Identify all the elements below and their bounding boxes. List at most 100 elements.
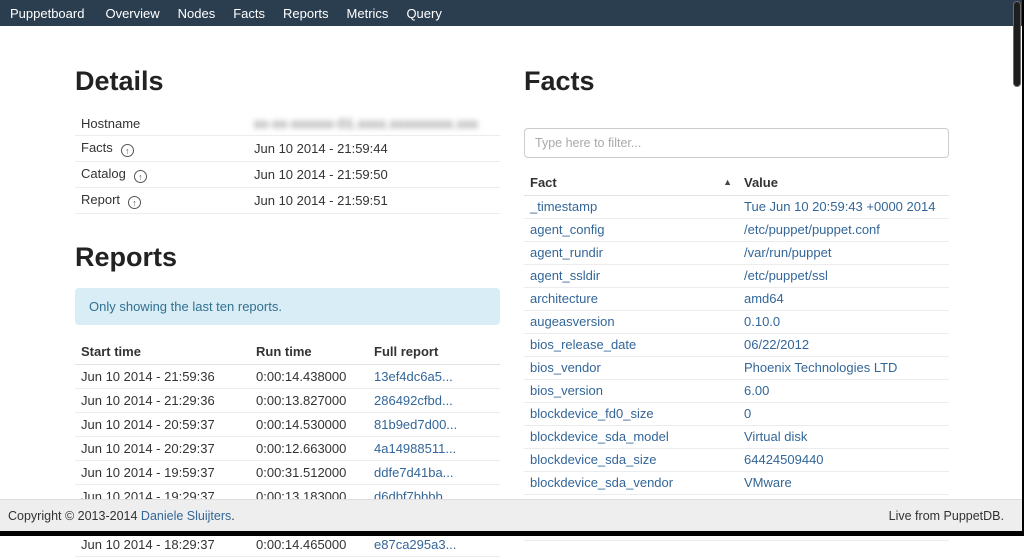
report-start-time: Jun 10 2014 - 20:29:37 xyxy=(75,437,250,461)
col-header-run-time: Run time xyxy=(250,339,368,365)
fact-name-link[interactable]: bios_version xyxy=(530,383,603,398)
report-hash-link[interactable]: 81b9ed7d00... xyxy=(374,417,457,432)
detail-row: Facts↑ Jun 10 2014 - 21:59:44 xyxy=(75,136,500,162)
copyright-period: . xyxy=(231,509,234,523)
report-hash-link[interactable]: ddfe7d41ba... xyxy=(374,465,454,480)
detail-timestamp: Jun 10 2014 - 21:59:50 xyxy=(248,162,500,188)
fact-name-link[interactable]: blockdevice_fd0_size xyxy=(530,406,654,421)
nav-item-nodes[interactable]: Nodes xyxy=(169,0,225,26)
report-run-time: 0:00:14.530000 xyxy=(250,413,368,437)
fact-value-link[interactable]: 0 xyxy=(744,406,751,421)
window-bottom-edge xyxy=(0,531,1024,536)
copyright-text: Copyright © 2013-2014 Daniele Sluijters. xyxy=(8,509,235,523)
fact-value-link[interactable]: Tue Jun 10 20:59:43 +0000 2014 xyxy=(744,199,935,214)
nav-item-metrics[interactable]: Metrics xyxy=(338,0,398,26)
fact-row: bios_vendor Phoenix Technologies LTD xyxy=(524,357,949,380)
report-start-time: Jun 10 2014 - 18:29:37 xyxy=(75,533,250,557)
report-run-time: 0:00:12.663000 xyxy=(250,437,368,461)
nav-item-reports[interactable]: Reports xyxy=(274,0,338,26)
detail-row: Catalog ↑ Jun 10 2014 - 21:59:50 xyxy=(75,162,500,188)
hostname-value-redacted: xx-xx-xxxxxx-01.xxxx.xxxxxxxxx.xxx xyxy=(254,116,478,131)
col-header-fact[interactable]: Fact ▲ xyxy=(524,170,738,196)
fact-name-link[interactable]: blockdevice_sda_model xyxy=(530,429,669,444)
report-hash-link[interactable]: e87ca295a3... xyxy=(374,537,456,552)
fact-name-link[interactable]: augeasversion xyxy=(530,314,615,329)
fact-row: agent_rundir /var/run/puppet xyxy=(524,242,949,265)
fact-value-link[interactable]: 6.00 xyxy=(744,383,769,398)
timeago-icon[interactable]: ↑ xyxy=(134,170,147,183)
report-start-time: Jun 10 2014 - 21:29:36 xyxy=(75,389,250,413)
hostname-label: Hostname xyxy=(75,112,248,136)
fact-value-link[interactable]: amd64 xyxy=(744,291,784,306)
report-row: Jun 10 2014 - 19:59:37 0:00:31.512000 dd… xyxy=(75,461,500,485)
report-hash-link[interactable]: 286492cfbd... xyxy=(374,393,453,408)
fact-value-link[interactable]: 06/22/2012 xyxy=(744,337,809,352)
fact-value-link[interactable]: 0.10.0 xyxy=(744,314,780,329)
fact-row: blockdevice_sda_size 64424509440 xyxy=(524,449,949,472)
nav-item-facts[interactable]: Facts xyxy=(224,0,274,26)
facts-filter-input[interactable] xyxy=(524,128,949,158)
scrollbar-thumb[interactable] xyxy=(1013,1,1021,87)
report-run-time: 0:00:13.827000 xyxy=(250,389,368,413)
detail-label: Catalog xyxy=(81,166,126,181)
fact-value-link[interactable]: Phoenix Technologies LTD xyxy=(744,360,897,375)
page-footer: Copyright © 2013-2014 Daniele Sluijters.… xyxy=(0,499,1022,531)
detail-timestamp: Jun 10 2014 - 21:59:44 xyxy=(248,136,500,162)
timeago-icon[interactable]: ↑ xyxy=(121,144,134,157)
fact-name-link[interactable]: blockdevice_sda_size xyxy=(530,452,656,467)
fact-name-link[interactable]: agent_rundir xyxy=(530,245,603,260)
fact-value-link[interactable]: /var/run/puppet xyxy=(744,245,831,260)
puppetdb-status-text: Live from PuppetDB. xyxy=(889,509,1004,523)
facts-title: Facts xyxy=(524,66,949,96)
fact-row: augeasversion 0.10.0 xyxy=(524,311,949,334)
fact-value-link[interactable]: /etc/puppet/ssl xyxy=(744,268,828,283)
fact-row: agent_config /etc/puppet/puppet.conf xyxy=(524,219,949,242)
col-header-value[interactable]: Value xyxy=(738,170,949,196)
copyright-years: Copyright © 2013-2014 xyxy=(8,509,137,523)
fact-row: blockdevice_fd0_size 0 xyxy=(524,403,949,426)
timeago-icon[interactable]: ↑ xyxy=(128,196,141,209)
report-start-time: Jun 10 2014 - 20:59:37 xyxy=(75,413,250,437)
fact-row: architecture amd64 xyxy=(524,288,949,311)
fact-name-link[interactable]: bios_release_date xyxy=(530,337,636,352)
detail-row-hostname: Hostname xx-xx-xxxxxx-01.xxxx.xxxxxxxxx.… xyxy=(75,112,500,136)
fact-row: _timestamp Tue Jun 10 20:59:43 +0000 201… xyxy=(524,196,949,219)
nav-item-query[interactable]: Query xyxy=(397,0,450,26)
report-row: Jun 10 2014 - 20:29:37 0:00:12.663000 4a… xyxy=(75,437,500,461)
report-hash-link[interactable]: 4a14988511... xyxy=(374,441,456,456)
fact-name-link[interactable]: agent_ssldir xyxy=(530,268,600,283)
sort-ascending-icon: ▲ xyxy=(723,177,732,187)
report-row: Jun 10 2014 - 21:59:36 0:00:14.438000 13… xyxy=(75,365,500,389)
main-content: Details Hostname xx-xx-xxxxxx-01.xxxx.xx… xyxy=(75,26,949,557)
fact-header-label: Fact xyxy=(530,175,557,190)
report-row: Jun 10 2014 - 21:29:36 0:00:13.827000 28… xyxy=(75,389,500,413)
details-title: Details xyxy=(75,66,500,96)
reports-title: Reports xyxy=(75,242,500,272)
fact-row: bios_version 6.00 xyxy=(524,380,949,403)
fact-name-link[interactable]: architecture xyxy=(530,291,598,306)
facts-column: Facts Fact ▲ Value _timestamp Tue Jun 10… xyxy=(512,26,949,557)
report-hash-link[interactable]: 13ef4dc6a5... xyxy=(374,369,453,384)
report-row: Jun 10 2014 - 18:29:37 0:00:14.465000 e8… xyxy=(75,533,500,557)
fact-name-link[interactable]: blockdevice_sda_vendor xyxy=(530,475,673,490)
fact-name-link[interactable]: agent_config xyxy=(530,222,604,237)
author-link[interactable]: Daniele Sluijters xyxy=(141,509,231,523)
fact-row: blockdevice_sda_model Virtual disk xyxy=(524,426,949,449)
report-run-time: 0:00:31.512000 xyxy=(250,461,368,485)
fact-name-link[interactable]: bios_vendor xyxy=(530,360,601,375)
detail-row: Report↑ Jun 10 2014 - 21:59:51 xyxy=(75,188,500,214)
report-row: Jun 10 2014 - 20:59:37 0:00:14.530000 81… xyxy=(75,413,500,437)
details-reports-column: Details Hostname xx-xx-xxxxxx-01.xxxx.xx… xyxy=(75,26,512,557)
fact-value-link[interactable]: Virtual disk xyxy=(744,429,807,444)
fact-value-link[interactable]: /etc/puppet/puppet.conf xyxy=(744,222,880,237)
top-navbar: Puppetboard Overview Nodes Facts Reports… xyxy=(0,0,1024,26)
navbar-brand[interactable]: Puppetboard xyxy=(2,0,96,26)
fact-value-link[interactable]: 64424509440 xyxy=(744,452,824,467)
fact-name-link[interactable]: _timestamp xyxy=(530,199,597,214)
fact-row: bios_release_date 06/22/2012 xyxy=(524,334,949,357)
facts-table: Fact ▲ Value _timestamp Tue Jun 10 20:59… xyxy=(524,170,949,541)
nav-item-overview[interactable]: Overview xyxy=(96,0,168,26)
fact-row: agent_ssldir /etc/puppet/ssl xyxy=(524,265,949,288)
col-header-full-report: Full report xyxy=(368,339,500,365)
fact-value-link[interactable]: VMware xyxy=(744,475,792,490)
